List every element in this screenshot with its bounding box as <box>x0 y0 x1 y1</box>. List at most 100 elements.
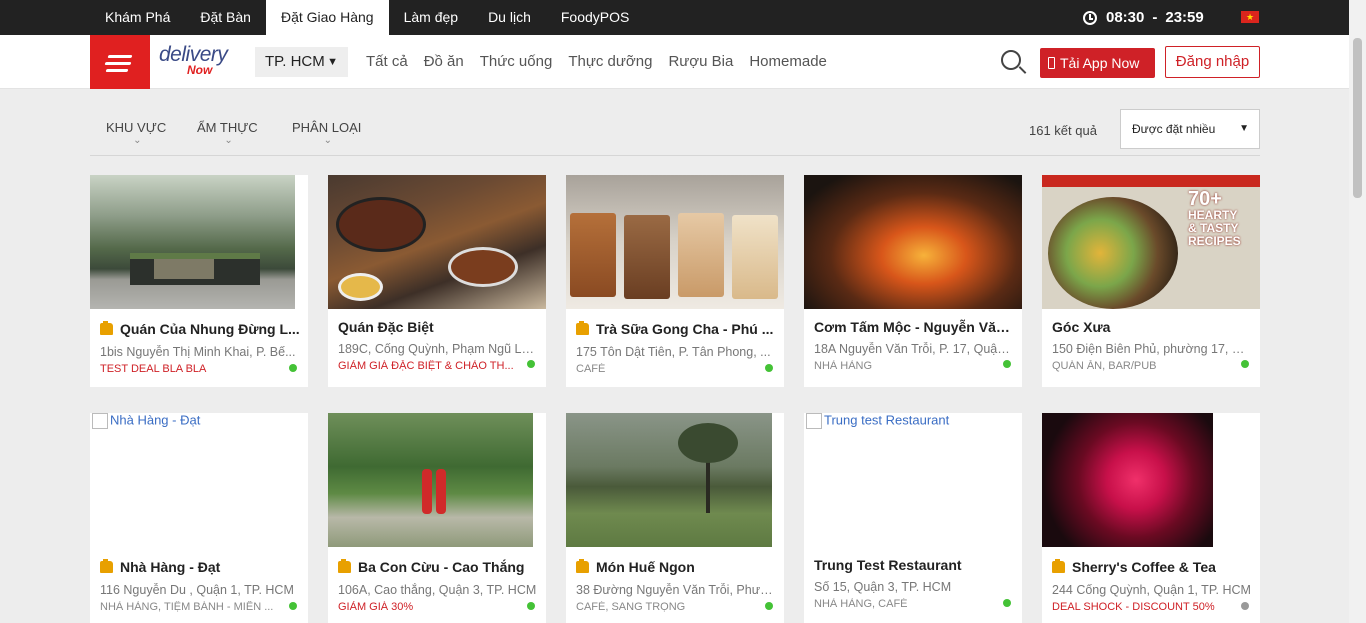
logo-text[interactable]: delivery Now <box>159 43 228 77</box>
close-time: 23:59 <box>1165 9 1204 26</box>
restaurant-image[interactable]: 70+ HEARTY & TASTY RECIPES <box>1042 175 1260 309</box>
restaurant-address: 116 Nguyễn Du , Quận 1, TP. HCM <box>100 583 294 597</box>
thumbs-up-icon <box>100 559 113 573</box>
search-icon[interactable] <box>1001 50 1021 70</box>
result-count: 161 kết quả <box>1029 123 1097 138</box>
login-button[interactable]: Đăng nhập <box>1165 46 1260 78</box>
restaurant-name[interactable]: Cơm Tấm Mộc - Nguyễn Văn ... <box>814 319 1014 335</box>
top-nav-lam-dep[interactable]: Làm đẹp <box>389 0 473 35</box>
filter-bar: KHU VỰC ⌄ ẨM THỰC ⌄ PHÂN LOẠI ⌄ 161 kết … <box>90 90 1260 156</box>
status-dot <box>527 360 535 368</box>
restaurant-image[interactable] <box>566 413 772 547</box>
restaurant-tag: DEAL SHOCK - DISCOUNT 50% <box>1052 601 1215 613</box>
caret-down-icon: ▼ <box>1239 123 1249 134</box>
restaurant-tag: GIẢM GIÁ 30% <box>338 601 414 613</box>
restaurant-name[interactable]: Quán Của Nhung Đừng L... <box>100 321 300 337</box>
restaurant-image[interactable] <box>328 175 546 309</box>
top-bar: Khám Phá Đặt Bàn Đặt Giao Hàng Làm đẹp D… <box>0 0 1366 35</box>
status-dot <box>289 364 297 372</box>
restaurant-card[interactable]: Trà Sữa Gong Cha - Phú ... 175 Tôn Dật T… <box>566 175 784 387</box>
download-app-label: Tải App Now <box>1060 55 1140 71</box>
phone-icon <box>1048 57 1055 69</box>
category-homemade[interactable]: Homemade <box>749 35 827 89</box>
restaurant-card[interactable]: Trung test Restaurant Trung Test Restaur… <box>804 413 1022 623</box>
restaurant-name[interactable]: Ba Con Cừu - Cao Thắng <box>338 559 538 575</box>
status-dot <box>1003 360 1011 368</box>
top-nav-kham-pha[interactable]: Khám Phá <box>90 0 185 35</box>
thumbs-up-icon <box>338 559 351 573</box>
sort-select[interactable]: Được đặt nhiều ▼ <box>1120 109 1260 149</box>
vietnam-flag-icon[interactable]: ★ <box>1241 11 1259 23</box>
category-thuc-uong[interactable]: Thức uống <box>480 35 553 89</box>
top-nav-du-lich[interactable]: Du lịch <box>473 0 546 35</box>
top-nav-dat-giao-hang[interactable]: Đặt Giao Hàng <box>265 0 389 35</box>
restaurant-card[interactable]: Cơm Tấm Mộc - Nguyễn Văn ... 18A Nguyễn … <box>804 175 1022 387</box>
restaurant-tag: CAFÉ <box>576 363 606 375</box>
restaurant-address: 175 Tôn Dật Tiên, P. Tân Phong, ... <box>576 345 771 359</box>
restaurant-name[interactable]: Trà Sữa Gong Cha - Phú ... <box>576 321 776 337</box>
filter-type[interactable]: PHÂN LOẠI ⌄ <box>292 120 361 146</box>
top-nav-foodypos[interactable]: FoodyPOS <box>546 0 644 35</box>
restaurant-name[interactable]: Sherry's Coffee & Tea <box>1052 559 1252 575</box>
filter-cuisine-label: ẨM THỰC <box>197 120 258 135</box>
restaurant-card[interactable]: Ba Con Cừu - Cao Thắng 106A, Cao thắng, … <box>328 413 546 623</box>
filter-area[interactable]: KHU VỰC ⌄ <box>106 120 166 146</box>
logo-icon[interactable] <box>90 35 150 89</box>
restaurant-tag: CAFÉ, SANG TRỌNG <box>576 601 686 613</box>
category-thuc-duong[interactable]: Thực dưỡng <box>568 35 652 89</box>
opening-hours: 08:30 - 23:59 <box>1083 0 1204 35</box>
download-app-button[interactable]: Tải App Now <box>1040 48 1155 78</box>
restaurant-card[interactable]: Món Huế Ngon 38 Đường Nguyễn Văn Trỗi, P… <box>566 413 784 623</box>
logo-now: Now <box>187 63 213 77</box>
filter-cuisine[interactable]: ẨM THỰC ⌄ <box>197 120 258 146</box>
restaurant-tag: NHÀ HÀNG, CAFÉ <box>814 598 908 610</box>
sort-value: Được đặt nhiều <box>1132 122 1216 136</box>
restaurant-address: 150 Điện Biên Phủ, phường 17, Bì... <box>1052 342 1252 356</box>
clock-icon <box>1083 10 1097 25</box>
restaurant-address: 18A Nguyễn Văn Trỗi, P. 17, Quận... <box>814 342 1014 356</box>
restaurant-name[interactable]: Trung Test Restaurant <box>814 557 1014 573</box>
restaurant-image-broken[interactable]: Nhà Hàng - Đạt <box>90 413 308 547</box>
scrollbar-thumb[interactable] <box>1353 38 1362 198</box>
restaurant-address: 106A, Cao thắng, Quận 3, TP. HCM <box>338 583 537 597</box>
open-time: 08:30 <box>1106 9 1145 26</box>
page-scrollbar[interactable] <box>1349 0 1366 623</box>
restaurant-name[interactable]: Món Huế Ngon <box>576 559 776 575</box>
status-dot <box>765 602 773 610</box>
restaurant-name[interactable]: Quán Đặc Biệt <box>338 319 538 335</box>
restaurant-image[interactable] <box>804 175 1022 309</box>
restaurant-card[interactable]: Nhà Hàng - Đạt Nhà Hàng - Đạt 116 Nguyễn… <box>90 413 308 623</box>
restaurant-image[interactable] <box>328 413 533 547</box>
restaurant-card[interactable]: Quán Đặc Biệt 189C, Cống Quỳnh, Phạm Ngũ… <box>328 175 546 387</box>
status-dot <box>1003 599 1011 607</box>
restaurant-card[interactable]: 70+ HEARTY & TASTY RECIPES Góc Xưa 150 Đ… <box>1042 175 1260 387</box>
restaurant-image[interactable] <box>1042 413 1213 547</box>
image-alt-text: Nhà Hàng - Đạt <box>90 413 308 429</box>
city-selector[interactable]: TP. HCM ▼ <box>255 47 348 77</box>
restaurant-image[interactable] <box>90 175 295 309</box>
category-nav: Tất cả Đồ ăn Thức uống Thực dưỡng Rượu B… <box>366 35 843 89</box>
top-nav-dat-ban[interactable]: Đặt Bàn <box>185 0 266 35</box>
restaurant-card[interactable]: Sherry's Coffee & Tea 244 Cống Quỳnh, Qu… <box>1042 413 1260 623</box>
chevron-down-icon: ⌄ <box>224 135 233 146</box>
hours-separator: - <box>1152 9 1158 26</box>
restaurant-address: 1bis Nguyễn Thị Minh Khai, P. Bế... <box>100 345 296 359</box>
restaurant-name[interactable]: Góc Xưa <box>1052 319 1252 335</box>
status-dot <box>1241 602 1249 610</box>
restaurant-image[interactable] <box>566 175 784 309</box>
thumbs-up-icon <box>576 321 589 335</box>
status-dot <box>1241 360 1249 368</box>
category-tat-ca[interactable]: Tất cả <box>366 35 408 89</box>
thumbs-up-icon <box>100 321 113 335</box>
category-ruou-bia[interactable]: Rượu Bia <box>668 35 733 89</box>
restaurant-image-broken[interactable]: Trung test Restaurant <box>804 413 1022 547</box>
thumbs-up-icon <box>1052 559 1065 573</box>
city-label: TP. HCM <box>265 53 325 70</box>
logo-delivery: delivery <box>159 43 228 66</box>
restaurant-name[interactable]: Nhà Hàng - Đạt <box>100 559 300 575</box>
status-dot <box>765 364 773 372</box>
restaurant-card[interactable]: Quán Của Nhung Đừng L... 1bis Nguyễn Thị… <box>90 175 308 387</box>
restaurant-address: Số 15, Quận 3, TP. HCM <box>814 580 952 594</box>
category-do-an[interactable]: Đồ ăn <box>424 35 464 89</box>
restaurant-tag: TEST DEAL BLA BLA <box>100 363 207 375</box>
